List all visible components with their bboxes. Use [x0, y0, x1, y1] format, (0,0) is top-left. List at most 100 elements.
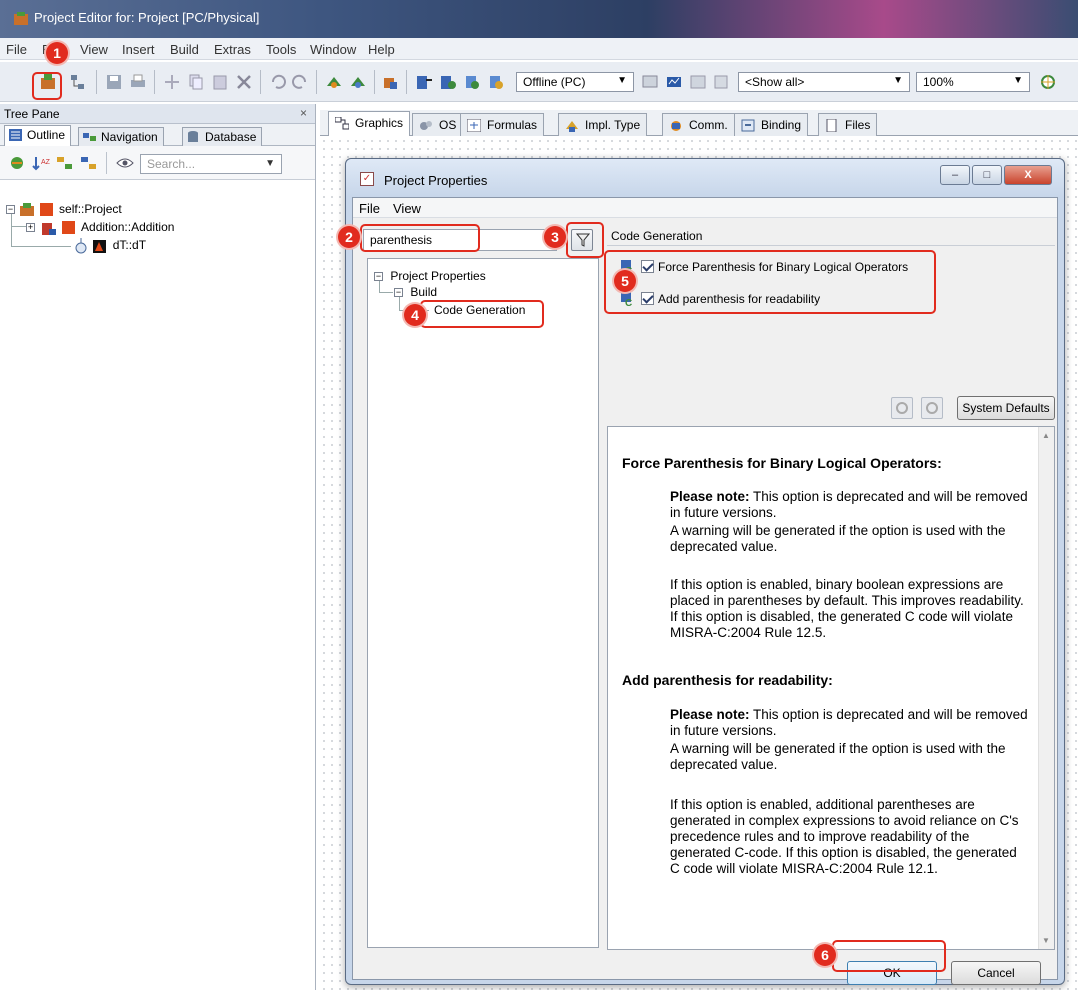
tree-node-addition[interactable]: + Addition::Addition	[26, 220, 174, 235]
tab-database[interactable]: Database	[182, 127, 263, 146]
tab-formulas[interactable]: Formulas	[460, 113, 545, 136]
signal-icon[interactable]	[664, 72, 684, 92]
tab-outline[interactable]: Outline	[4, 125, 72, 146]
highlight-step-6	[832, 940, 946, 972]
tab-os[interactable]: OS	[412, 113, 464, 136]
tree-pane-toolbar: AZ Search... ▼	[0, 146, 315, 180]
close-button[interactable]: X	[1004, 165, 1052, 185]
chevron-down-icon[interactable]: ▼	[265, 158, 275, 169]
tree-item-project-properties[interactable]: − Project Properties	[374, 269, 486, 283]
dialog-titlebar: ✓ Project Properties – □ X	[346, 159, 1064, 197]
dialog-menu-file[interactable]: File	[359, 201, 380, 216]
instrument-icon[interactable]	[688, 72, 708, 92]
help-body-force: If this option is enabled, binary boolea…	[670, 577, 1024, 640]
component-icon	[39, 203, 53, 217]
menu-view[interactable]: View	[80, 42, 108, 57]
redo-icon[interactable]	[290, 72, 310, 92]
os-icon	[420, 121, 432, 130]
menu-file[interactable]: File	[6, 42, 27, 57]
code-generation-title: Code Generation	[611, 229, 703, 243]
build-icon[interactable]	[324, 72, 344, 92]
component-icon	[61, 221, 75, 235]
insert-icon[interactable]	[162, 72, 182, 92]
tab-graphics[interactable]: Graphics	[328, 111, 411, 136]
menu-window[interactable]: Window	[310, 42, 356, 57]
menu-tools[interactable]: Tools	[266, 42, 296, 57]
tab-files[interactable]: Files	[818, 113, 878, 136]
tab-binding-label: Binding	[761, 118, 802, 132]
module-icon	[42, 222, 57, 235]
monitor-icon[interactable]	[640, 72, 660, 92]
scroll-down-icon[interactable]: ▼	[1042, 936, 1050, 945]
settings-icon	[926, 402, 938, 414]
view-filter-select[interactable]: <Show all> ▼	[738, 72, 910, 92]
dialog-menu-view[interactable]: View	[393, 201, 421, 216]
collapse-icon[interactable]: −	[394, 288, 403, 298]
copy-icon[interactable]	[186, 72, 206, 92]
hierarchy-icon[interactable]	[68, 72, 88, 92]
menu-insert[interactable]: Insert	[122, 42, 155, 57]
deploy-icon[interactable]	[380, 72, 400, 92]
tab-navigation[interactable]: Navigation	[78, 127, 164, 146]
expand-all-icon[interactable]	[56, 155, 74, 171]
connect-icon[interactable]	[462, 72, 482, 92]
tree-node-project[interactable]: − self::Project	[6, 202, 122, 217]
minimize-button[interactable]: –	[940, 165, 970, 185]
print-icon[interactable]	[128, 72, 148, 92]
zoom-value: 100%	[923, 75, 954, 89]
formulas-icon	[467, 119, 481, 132]
save-icon[interactable]	[104, 72, 124, 92]
zoom-select[interactable]: 100% ▼	[916, 72, 1030, 92]
rebuild-icon[interactable]	[348, 72, 368, 92]
maximize-button[interactable]: □	[972, 165, 1002, 185]
tab-comm[interactable]: Comm.	[662, 113, 735, 136]
zoom-fit-icon[interactable]	[1038, 72, 1058, 92]
menu-help[interactable]: Help	[368, 42, 395, 57]
upload-icon[interactable]	[438, 72, 458, 92]
note-label: Please note:	[670, 707, 750, 722]
svg-text:AZ: AZ	[41, 159, 50, 166]
tree-search-placeholder: Search...	[147, 157, 196, 171]
cancel-button[interactable]: Cancel	[951, 961, 1041, 985]
download-icon[interactable]	[414, 72, 434, 92]
delete-icon[interactable]	[234, 72, 254, 92]
reset-button[interactable]	[921, 397, 943, 419]
help-heading-add: Add parenthesis for readability:	[622, 672, 833, 688]
navigation-icon	[83, 133, 96, 141]
note-label: Please note:	[670, 489, 750, 504]
tab-impl-type-label: Impl. Type	[585, 118, 641, 132]
menu-build[interactable]: Build	[170, 42, 199, 57]
disconnect-icon[interactable]	[486, 72, 506, 92]
collapse-icon[interactable]: −	[6, 205, 15, 215]
comm-icon	[671, 121, 681, 131]
tree-node-project-label: self::Project	[59, 202, 122, 216]
tab-binding[interactable]: Binding	[734, 113, 809, 136]
trace-icon[interactable]	[712, 72, 732, 92]
highlight-step-1	[32, 72, 62, 100]
collapse-all-icon[interactable]	[80, 155, 98, 171]
collapse-icon[interactable]: −	[374, 272, 383, 282]
tab-impl-type[interactable]: Impl. Type	[558, 113, 648, 136]
close-icon[interactable]: ×	[300, 106, 307, 120]
binding-icon	[741, 119, 755, 132]
scroll-up-icon[interactable]: ▲	[1042, 431, 1050, 440]
visibility-icon[interactable]	[116, 156, 134, 170]
paste-icon[interactable]	[210, 72, 230, 92]
tree-search-input[interactable]: Search... ▼	[140, 154, 282, 174]
tree-item-build[interactable]: − Build	[394, 285, 437, 299]
filter-tree-icon[interactable]	[8, 155, 26, 171]
impl-type-icon	[566, 121, 578, 132]
menu-extras[interactable]: Extras	[214, 42, 251, 57]
sort-icon[interactable]: AZ	[32, 155, 50, 171]
tree-node-dt[interactable]: dT::dT	[74, 238, 146, 254]
tab-outline-label: Outline	[27, 128, 66, 142]
expand-icon[interactable]: +	[26, 223, 35, 233]
help-scrollbar[interactable]: ▲ ▼	[1038, 427, 1054, 949]
undo-icon[interactable]	[268, 72, 288, 92]
move-up-button[interactable]	[891, 397, 913, 419]
tab-graphics-label: Graphics	[355, 116, 404, 130]
view-filter-value: <Show all>	[745, 75, 805, 89]
help-warning-add: A warning will be generated if the optio…	[670, 741, 1006, 772]
mode-select[interactable]: Offline (PC) ▼	[516, 72, 634, 92]
system-defaults-button[interactable]: System Defaults	[957, 396, 1055, 420]
